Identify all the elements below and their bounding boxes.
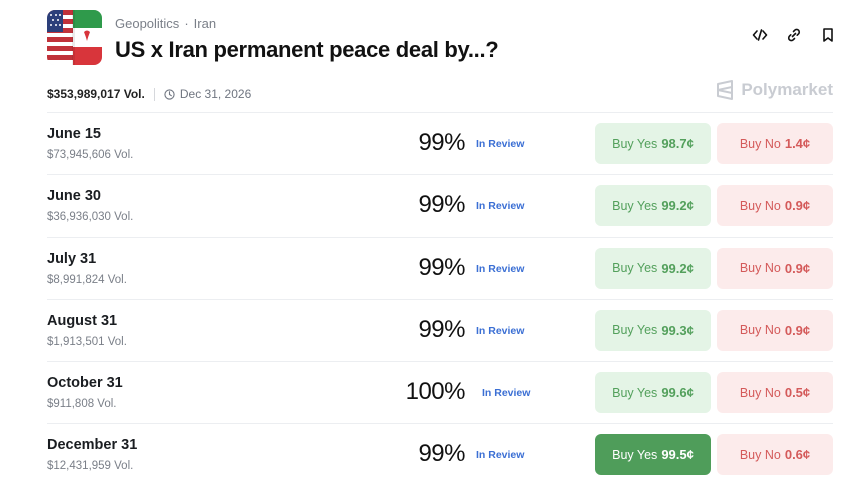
- buy-no-price: 0.5¢: [784, 385, 811, 401]
- outcome-row[interactable]: October 31 $911,808 Vol. 100% In Review …: [47, 361, 833, 423]
- polymarket-logo-icon: [717, 80, 734, 100]
- buy-no-button[interactable]: Buy No 0.9¢: [717, 185, 833, 227]
- status-badge: In Review: [476, 200, 525, 213]
- embed-button[interactable]: [751, 26, 769, 44]
- polymarket-watermark: Polymarket: [716, 80, 833, 100]
- buy-yes-button[interactable]: Buy Yes 99.5¢: [595, 434, 711, 476]
- breadcrumb-separator: ·: [184, 16, 189, 31]
- buy-yes-price: 99.2¢: [661, 260, 694, 276]
- buy-no-label: Buy No: [739, 447, 781, 462]
- buy-yes-price: 99.6¢: [661, 385, 694, 401]
- outcome-chance: 99%: [418, 129, 465, 156]
- total-volume: $353,989,017 Vol.: [47, 87, 145, 101]
- buy-yes-price: 99.2¢: [661, 198, 694, 214]
- outcome-chance: 99%: [418, 440, 465, 468]
- buy-no-price: 0.6¢: [784, 447, 811, 463]
- buy-yes-label: Buy Yes: [612, 261, 658, 276]
- copy-link-button[interactable]: [785, 26, 803, 44]
- buy-yes-price: 99.3¢: [661, 322, 694, 338]
- outcome-name: July 31: [47, 250, 97, 267]
- outcome-name: August 31: [47, 312, 118, 329]
- outcome-volume: $911,808 Vol.: [47, 398, 117, 411]
- outcome-chance: 99%: [418, 191, 465, 219]
- status-badge: In Review: [476, 324, 525, 337]
- outcome-row[interactable]: June 30 $36,936,030 Vol. 99% In Review B…: [47, 174, 833, 236]
- buy-yes-label: Buy Yes: [612, 198, 658, 213]
- buy-yes-button[interactable]: Buy Yes 99.6¢: [595, 372, 711, 414]
- outcome-name: December 31: [47, 437, 138, 454]
- link-icon: [787, 28, 801, 42]
- buy-yes-label: Buy Yes: [612, 447, 658, 462]
- buy-no-price: 0.9¢: [784, 198, 811, 214]
- buy-no-label: Buy No: [739, 198, 781, 213]
- end-date-text: Dec 31, 2026: [179, 87, 252, 101]
- buy-no-label: Buy No: [739, 323, 781, 338]
- buy-no-price: 1.4¢: [784, 136, 811, 151]
- buy-yes-price: 98.7¢: [661, 136, 694, 151]
- embed-icon: [752, 29, 768, 41]
- clock-icon: [164, 88, 175, 100]
- buy-no-button[interactable]: Buy No 0.9¢: [717, 309, 833, 351]
- bookmark-button[interactable]: [819, 26, 837, 44]
- status-badge: In Review: [476, 449, 525, 462]
- outcome-name: October 31: [47, 375, 123, 392]
- buy-no-button[interactable]: Buy No 0.5¢: [717, 372, 833, 414]
- buy-yes-button[interactable]: Buy Yes 99.3¢: [595, 309, 711, 351]
- outcome-row[interactable]: July 31 $8,991,824 Vol. 99% In Review Bu…: [47, 236, 833, 299]
- buy-no-label: Buy No: [739, 136, 781, 151]
- buy-no-label: Buy No: [739, 261, 781, 276]
- buy-yes-button[interactable]: Buy Yes 98.7¢: [595, 123, 711, 164]
- status-badge: In Review: [476, 262, 525, 275]
- outcome-chance: 99%: [418, 315, 465, 343]
- outcome-volume: $1,913,501 Vol.: [47, 335, 127, 348]
- market-meta: $353,989,017 Vol. Dec 31, 2026: [47, 85, 251, 103]
- buy-yes-price: 99.5¢: [661, 447, 694, 463]
- outcome-volume: $73,945,606 Vol.: [47, 149, 134, 161]
- outcome-row[interactable]: June 15 $73,945,606 Vol. 99% In Review B…: [47, 112, 833, 174]
- bookmark-icon: [823, 28, 833, 42]
- outcome-name: June 30: [47, 188, 101, 205]
- header-actions: [751, 26, 837, 44]
- buy-yes-button[interactable]: Buy Yes 99.2¢: [595, 185, 711, 227]
- breadcrumb-category[interactable]: Geopolitics: [115, 16, 179, 31]
- buy-yes-label: Buy Yes: [612, 136, 658, 151]
- market-header: Geopolitics · Iran US x Iran permanent pea…: [47, 10, 837, 74]
- outcome-volume: $8,991,824 Vol.: [47, 273, 127, 286]
- outcome-volume: $36,936,030 Vol.: [47, 211, 134, 224]
- brand-name: Polymarket: [741, 80, 833, 99]
- outcome-row[interactable]: August 31 $1,913,501 Vol. 99% In Review …: [47, 298, 833, 361]
- end-date: Dec 31, 2026: [164, 87, 251, 101]
- outcome-list: June 15 $73,945,606 Vol. 99% In Review B…: [47, 112, 833, 486]
- buy-no-button[interactable]: Buy No 0.6¢: [717, 434, 833, 476]
- buy-no-button[interactable]: Buy No 1.4¢: [717, 123, 833, 164]
- buy-yes-label: Buy Yes: [612, 385, 658, 400]
- outcome-volume: $12,431,959 Vol.: [47, 460, 134, 473]
- outcome-chance: 100%: [405, 378, 466, 406]
- breadcrumb-subcategory[interactable]: Iran: [194, 16, 216, 31]
- status-badge: In Review: [476, 138, 525, 150]
- market-title: US x Iran permanent peace deal by...?: [115, 37, 499, 62]
- buy-yes-label: Buy Yes: [612, 323, 658, 338]
- outcome-chance: 99%: [418, 253, 465, 281]
- buy-no-price: 0.9¢: [784, 322, 811, 338]
- buy-no-label: Buy No: [739, 385, 781, 400]
- meta-divider: [153, 87, 155, 101]
- market-thumbnail-us-iran-flags: [47, 10, 102, 65]
- breadcrumb: Geopolitics · Iran: [115, 16, 216, 31]
- outcome-row[interactable]: December 31 $12,431,959 Vol. 99% In Revi…: [47, 423, 833, 485]
- buy-yes-button[interactable]: Buy Yes 99.2¢: [595, 247, 711, 289]
- outcome-name: June 15: [47, 126, 101, 142]
- buy-no-button[interactable]: Buy No 0.9¢: [717, 247, 833, 289]
- status-badge: In Review: [482, 387, 531, 400]
- buy-no-price: 0.9¢: [784, 260, 811, 276]
